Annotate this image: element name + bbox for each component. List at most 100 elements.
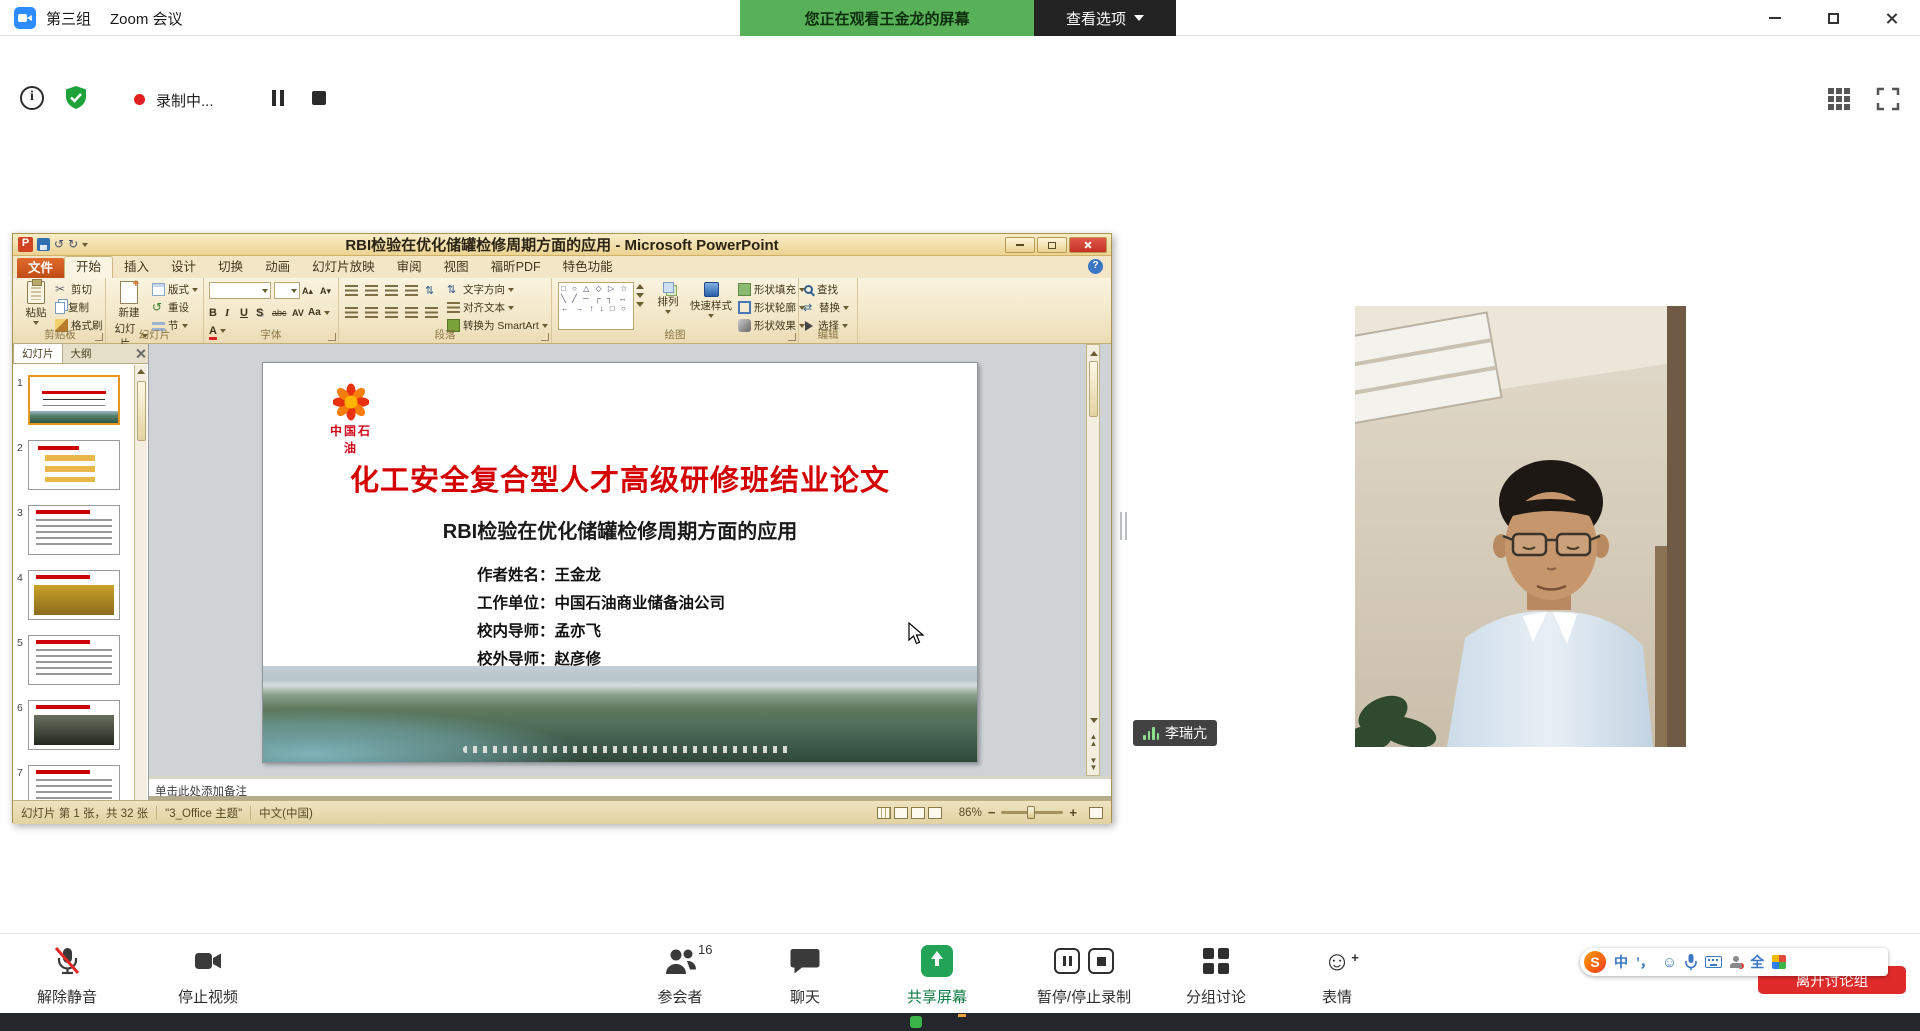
ime-account-icon[interactable] bbox=[1730, 956, 1742, 968]
drawing-dialog-launcher-icon[interactable] bbox=[788, 333, 796, 341]
fit-to-window-button[interactable] bbox=[1089, 807, 1103, 819]
tab-foxit-pdf[interactable]: 福昕PDF bbox=[480, 257, 552, 278]
gallery-view-button[interactable] bbox=[1828, 88, 1850, 110]
increase-indent-button[interactable] bbox=[405, 282, 418, 299]
quick-styles-button[interactable]: 快速样式 bbox=[688, 282, 734, 318]
paragraph-dialog-launcher-icon[interactable] bbox=[541, 333, 549, 341]
slide-sorter-view-button[interactable] bbox=[894, 807, 908, 819]
redo-icon[interactable]: ↻ bbox=[68, 238, 78, 251]
clipboard-dialog-launcher-icon[interactable] bbox=[95, 333, 103, 341]
slide-thumbnail-5[interactable] bbox=[28, 635, 120, 685]
reset-button[interactable]: 重设 bbox=[152, 299, 189, 316]
ime-mode-toggle[interactable]: 中 bbox=[1614, 952, 1628, 972]
share-screen-button[interactable]: 共享屏幕 bbox=[889, 934, 985, 1014]
zoom-in-button[interactable]: + bbox=[1069, 808, 1077, 818]
scrollbar-thumb[interactable] bbox=[1089, 361, 1098, 417]
stop-video-button[interactable]: 停止视频 bbox=[160, 934, 256, 1014]
tab-slideshow[interactable]: 幻灯片放映 bbox=[301, 257, 386, 278]
tab-insert[interactable]: 插入 bbox=[113, 257, 160, 278]
slide-thumbnail-6[interactable] bbox=[28, 700, 120, 750]
ppt-restore-button[interactable] bbox=[1037, 237, 1067, 253]
align-left-button[interactable] bbox=[345, 304, 358, 321]
zoom-slider[interactable] bbox=[1001, 811, 1063, 814]
scroll-down-button[interactable] bbox=[1088, 713, 1099, 727]
zoom-out-button[interactable]: − bbox=[988, 808, 996, 818]
align-right-button[interactable] bbox=[385, 304, 398, 321]
sogou-logo[interactable]: S bbox=[1584, 951, 1606, 973]
tab-special-features[interactable]: 特色功能 bbox=[552, 257, 624, 278]
tab-design[interactable]: 设计 bbox=[160, 257, 207, 278]
editor-scrollbar[interactable]: ▲▲ ▼▼ bbox=[1086, 344, 1100, 776]
shrink-font-button[interactable] bbox=[320, 282, 331, 299]
participants-button[interactable]: 16 参会者 bbox=[632, 934, 728, 1014]
normal-view-button[interactable] bbox=[877, 807, 891, 819]
reading-view-button[interactable] bbox=[911, 807, 925, 819]
layout-button[interactable]: 版式 bbox=[152, 281, 198, 298]
grow-font-button[interactable] bbox=[302, 282, 313, 299]
ppt-minimize-button[interactable] bbox=[1005, 237, 1035, 253]
font-name-select[interactable] bbox=[209, 282, 271, 299]
zoom-slider-thumb[interactable] bbox=[1027, 806, 1035, 819]
strikethrough-button[interactable] bbox=[272, 304, 287, 321]
underline-button[interactable] bbox=[240, 304, 248, 321]
ime-keyboard-button[interactable] bbox=[1705, 956, 1722, 968]
language-indicator[interactable]: 中文(中国) bbox=[259, 805, 313, 821]
shapes-gallery[interactable] bbox=[558, 282, 634, 330]
shape-outline-button[interactable]: 形状轮廓 bbox=[738, 299, 805, 316]
pane-close-icon[interactable] bbox=[136, 348, 145, 357]
columns-button[interactable] bbox=[425, 304, 438, 321]
shape-fill-button[interactable]: 形状填充 bbox=[738, 281, 805, 298]
slide-thumbnail-4[interactable] bbox=[28, 570, 120, 620]
line-spacing-button[interactable] bbox=[425, 282, 438, 299]
panel-splitter-handle[interactable] bbox=[1120, 512, 1127, 540]
font-size-select[interactable] bbox=[274, 282, 300, 299]
tab-review[interactable]: 审阅 bbox=[386, 257, 433, 278]
decrease-indent-button[interactable] bbox=[385, 282, 398, 299]
italic-button[interactable] bbox=[225, 304, 229, 321]
recording-stop-button[interactable] bbox=[312, 91, 326, 105]
pane-tab-outline[interactable]: 大纲 bbox=[63, 344, 100, 363]
bullets-button[interactable] bbox=[345, 282, 358, 299]
ime-emoji-button[interactable]: ☺ bbox=[1662, 954, 1677, 971]
ppt-close-button[interactable] bbox=[1069, 237, 1107, 253]
ime-toolbox-icon[interactable] bbox=[1772, 955, 1786, 969]
pause-stop-recording-button[interactable]: 暂停/停止录制 bbox=[1014, 934, 1154, 1014]
taskbar-app-icon[interactable] bbox=[910, 1016, 922, 1028]
tab-animations[interactable]: 动画 bbox=[254, 257, 301, 278]
meeting-info-button[interactable] bbox=[20, 86, 44, 110]
stop-recording-icon[interactable] bbox=[1088, 948, 1114, 974]
text-direction-button[interactable]: 文字方向 bbox=[447, 281, 514, 298]
tab-home[interactable]: 开始 bbox=[64, 256, 113, 278]
pause-recording-icon[interactable] bbox=[1054, 948, 1080, 974]
fullscreen-button[interactable] bbox=[1876, 87, 1900, 111]
quick-access-chevron-icon[interactable] bbox=[82, 243, 88, 247]
tab-file[interactable]: 文件 bbox=[17, 258, 64, 278]
window-maximize-button[interactable] bbox=[1804, 0, 1862, 36]
security-shield-icon[interactable] bbox=[62, 84, 90, 112]
slide-thumbnail-3[interactable] bbox=[28, 505, 120, 555]
view-options-button[interactable]: 查看选项 bbox=[1034, 0, 1176, 36]
reactions-button[interactable]: 表情 bbox=[1289, 934, 1385, 1014]
slideshow-view-button[interactable] bbox=[928, 807, 942, 819]
justify-button[interactable] bbox=[405, 304, 418, 321]
numbering-button[interactable] bbox=[365, 282, 378, 299]
pane-tab-slides[interactable]: 幻灯片 bbox=[13, 343, 63, 363]
ime-punctuation-toggle[interactable]: ’， bbox=[1636, 952, 1654, 972]
previous-slide-button[interactable]: ▲▲ bbox=[1088, 733, 1099, 747]
change-case-button[interactable] bbox=[308, 304, 330, 321]
help-icon[interactable] bbox=[1088, 259, 1103, 274]
breakout-rooms-button[interactable]: 分组讨论 bbox=[1168, 934, 1264, 1014]
align-text-button[interactable]: 对齐文本 bbox=[447, 299, 514, 316]
undo-icon[interactable]: ↺ bbox=[54, 238, 64, 251]
shadow-button[interactable] bbox=[256, 304, 263, 321]
copy-button[interactable]: 复制 bbox=[55, 299, 89, 316]
cut-button[interactable]: 剪切 bbox=[55, 281, 92, 298]
character-spacing-button[interactable] bbox=[292, 304, 304, 321]
bold-button[interactable] bbox=[209, 304, 217, 321]
slide-thumbnail-2[interactable] bbox=[28, 440, 120, 490]
tab-transitions[interactable]: 切换 bbox=[207, 257, 254, 278]
window-close-button[interactable] bbox=[1862, 0, 1920, 36]
tab-view[interactable]: 视图 bbox=[433, 257, 480, 278]
scroll-up-button[interactable] bbox=[1088, 346, 1099, 360]
find-button[interactable]: 查找 bbox=[803, 281, 838, 298]
